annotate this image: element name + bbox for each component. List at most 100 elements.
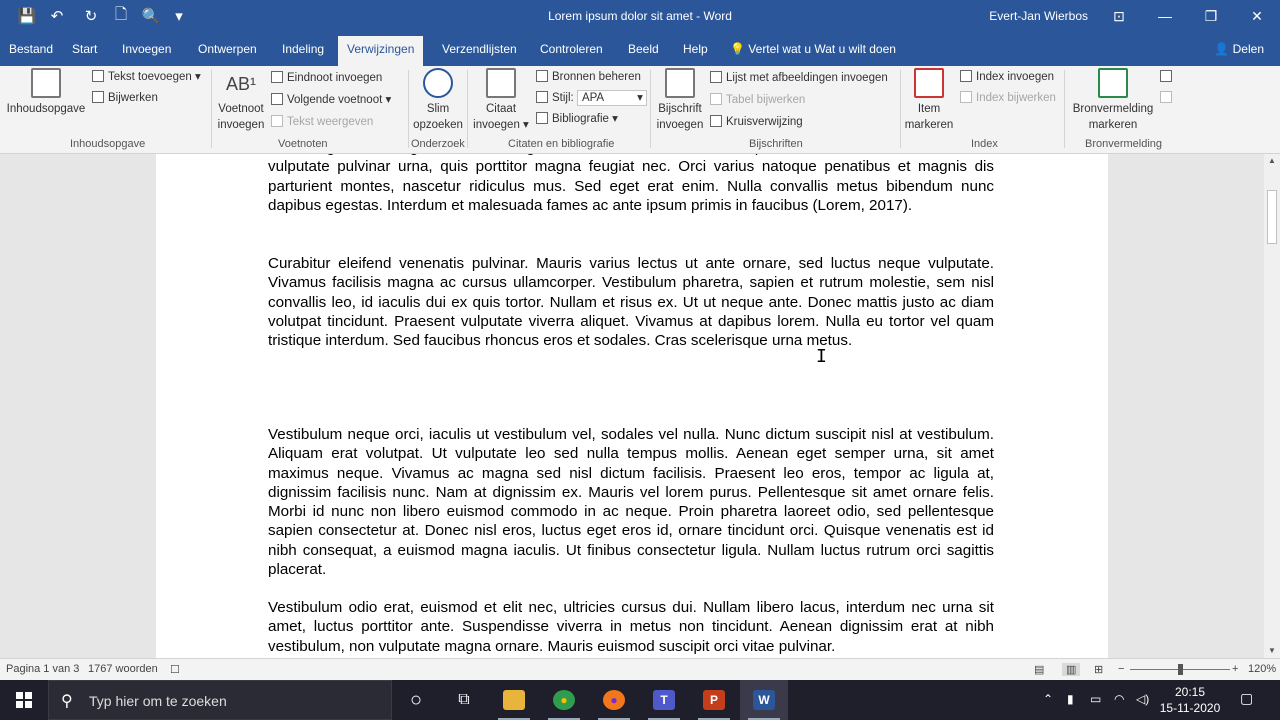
paragraph[interactable]: Vestibulum odio erat, euismod et elit ne…: [268, 598, 994, 656]
word-icon[interactable]: W: [740, 680, 788, 720]
style-dropdown[interactable]: APA ▾: [576, 89, 647, 106]
zoom-out-button[interactable]: −: [1118, 663, 1124, 675]
table-of-figures-button[interactable]: Lijst met afbeeldingen invoegen: [710, 69, 888, 87]
zoom-slider-thumb[interactable]: [1178, 664, 1183, 675]
ribbon-display-icon[interactable]: ⊡: [1096, 0, 1142, 32]
insert-index-label: Index invoegen: [976, 71, 1055, 83]
insert-caption-button[interactable]: Bijschrift invoegen: [652, 68, 708, 133]
tab-ontwerpen[interactable]: Ontwerpen: [189, 36, 266, 66]
update-toa-button[interactable]: [1160, 89, 1176, 107]
tab-bestand[interactable]: Bestand: [0, 36, 62, 66]
update-toc-button[interactable]: Bijwerken: [92, 89, 158, 107]
group-label-toa: Bronvermelding: [1085, 138, 1163, 150]
volume-icon[interactable]: ◁): [1136, 692, 1149, 706]
zoom-in-button[interactable]: +: [1232, 663, 1238, 675]
update-table-button[interactable]: Tabel bijwerken: [710, 91, 805, 109]
cortana-icon[interactable]: ○: [392, 680, 440, 720]
insert-toa-button[interactable]: [1160, 68, 1176, 86]
new-doc-icon[interactable]: 🗋: [106, 0, 136, 32]
mark-entry-button[interactable]: Item markeren: [902, 68, 956, 133]
manage-sources-button[interactable]: Bronnen beheren: [536, 68, 641, 86]
group-separator: [900, 70, 901, 148]
wifi-icon[interactable]: ◠: [1114, 692, 1124, 706]
web-layout-icon[interactable]: ⊞: [1094, 663, 1103, 676]
proofing-icon[interactable]: ☐: [170, 663, 180, 676]
group-label-captions: Bijschriften: [749, 138, 803, 150]
endnote-icon: [271, 71, 283, 83]
update-index-button[interactable]: Index bijwerken: [960, 89, 1056, 107]
scroll-down-icon[interactable]: ▼: [1264, 644, 1280, 658]
toc-button[interactable]: Inhoudsopgave: [4, 68, 88, 117]
insert-footnote-button[interactable]: AB¹ Voetnoot invoegen: [214, 68, 268, 133]
paragraph[interactable]: Vestibulum neque orci, iaculis ut vestib…: [268, 425, 994, 579]
undo-icon[interactable]: ↶: [42, 0, 72, 32]
insert-index-button[interactable]: Index invoegen: [960, 68, 1054, 86]
task-view-icon[interactable]: ⧉: [440, 680, 488, 720]
share-label: Delen: [1232, 42, 1264, 56]
firefox-icon[interactable]: ●: [590, 680, 638, 720]
print-preview-icon[interactable]: 🔍: [136, 0, 166, 32]
battery-icon[interactable]: ▭: [1090, 692, 1101, 706]
notifications-icon[interactable]: ▢: [1240, 690, 1253, 707]
clock[interactable]: 20:15 15-11-2020: [1155, 684, 1225, 716]
tab-indeling[interactable]: Indeling: [273, 36, 333, 66]
scroll-up-icon[interactable]: ▲: [1264, 154, 1280, 168]
style-selector[interactable]: Stijl: APA ▾: [536, 89, 647, 107]
show-notes-button[interactable]: Tekst weergeven: [271, 113, 373, 131]
scroll-thumb[interactable]: [1267, 190, 1277, 244]
teams-icon[interactable]: T: [640, 680, 688, 720]
chrome-icon[interactable]: ●: [540, 680, 588, 720]
mark-citation-button[interactable]: Bronvermelding markeren: [1066, 68, 1160, 133]
update-index-icon: [960, 91, 972, 103]
footnote-label-2: invoegen: [217, 119, 265, 131]
word-count[interactable]: 1767 woorden: [88, 663, 158, 675]
close-button[interactable]: ✕: [1234, 0, 1280, 32]
paragraph[interactable]: Sed congue tortor eget iaculis. Vel ligu…: [268, 154, 994, 215]
taskbar: ⚲ Typ hier om te zoeken ○ ⧉ ● ● T P W ⌃ …: [0, 680, 1280, 720]
document-page[interactable]: Sed congue tortor eget iaculis. Vel ligu…: [156, 154, 1108, 658]
vertical-scrollbar[interactable]: ▲ ▼: [1264, 154, 1280, 658]
group-separator: [467, 70, 468, 148]
user-name[interactable]: Evert-Jan Wierbos: [989, 9, 1088, 23]
insert-endnote-button[interactable]: Eindnoot invoegen: [271, 69, 382, 87]
tab-beeld[interactable]: Beeld: [619, 36, 668, 66]
file-explorer-icon[interactable]: [490, 680, 538, 720]
start-button[interactable]: [0, 680, 48, 720]
customize-qat-icon[interactable]: ▾: [164, 0, 194, 32]
redo-icon[interactable]: ↻: [76, 0, 106, 32]
tab-verzendlijsten[interactable]: Verzendlijsten: [433, 36, 526, 66]
add-text-icon: [92, 70, 104, 82]
microphone-icon[interactable]: ▮: [1067, 692, 1074, 706]
group-label-index: Index: [971, 138, 998, 150]
tell-me-box[interactable]: 💡 Vertel wat u Wat u wilt doen: [730, 36, 896, 62]
tab-controleren[interactable]: Controleren: [531, 36, 612, 66]
paragraph[interactable]: Curabitur eleifend venenatis pulvinar. M…: [268, 254, 994, 350]
zoom-level[interactable]: 120%: [1248, 663, 1276, 675]
share-button[interactable]: 👤 Delen: [1214, 36, 1264, 62]
print-layout-icon[interactable]: ▥: [1062, 663, 1081, 676]
smart-lookup-button[interactable]: Slim opzoeken: [410, 68, 466, 133]
chevron-up-icon[interactable]: ⌃: [1043, 692, 1053, 706]
add-text-button[interactable]: Tekst toevoegen ▾: [92, 68, 201, 86]
restore-button[interactable]: ❐: [1188, 0, 1234, 32]
table-of-figures-label: Lijst met afbeeldingen invoegen: [726, 72, 888, 84]
cross-reference-button[interactable]: Kruisverwijzing: [710, 113, 803, 131]
save-icon[interactable]: 💾: [12, 0, 42, 32]
tab-invoegen[interactable]: Invoegen: [113, 36, 180, 66]
tab-help[interactable]: Help: [674, 36, 717, 66]
page-count[interactable]: Pagina 1 van 3: [6, 663, 79, 675]
group-label-footnotes: Voetnoten: [278, 138, 328, 150]
minimize-button[interactable]: —: [1142, 0, 1188, 32]
read-mode-icon[interactable]: ▤: [1034, 663, 1044, 676]
insert-citation-button[interactable]: Citaat invoegen ▾: [470, 68, 532, 133]
next-footnote-button[interactable]: Volgende voetnoot ▾: [271, 91, 391, 109]
tab-start[interactable]: Start: [63, 36, 106, 66]
tab-verwijzingen[interactable]: Verwijzingen: [338, 36, 424, 66]
powerpoint-icon[interactable]: P: [690, 680, 738, 720]
taskbar-search[interactable]: ⚲ Typ hier om te zoeken: [48, 680, 392, 720]
bibliography-button[interactable]: Bibliografie ▾: [536, 110, 618, 128]
insert-toa-icon: [1160, 70, 1172, 82]
search-placeholder: Typ hier om te zoeken: [89, 693, 227, 709]
bibliography-icon: [536, 112, 548, 124]
show-notes-icon: [271, 115, 283, 127]
